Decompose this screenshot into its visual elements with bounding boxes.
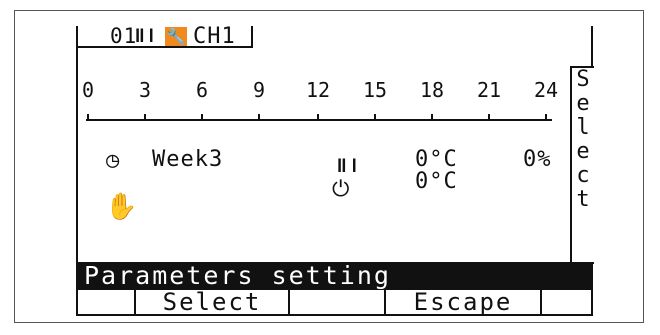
timeline-baseline [86, 119, 552, 121]
channel-header: 01 ǁǀ 🔧 CH1 [78, 24, 253, 49]
tick-mark [488, 114, 490, 121]
side-letter: S [576, 67, 590, 92]
tick-label: 18 [419, 78, 445, 102]
tick-label: 3 [138, 78, 152, 102]
hand-icon: ✋ [105, 192, 138, 222]
side-letter: c [576, 163, 590, 188]
timeline-axis: 0 3 6 9 12 15 18 21 24 [78, 72, 568, 132]
tick-mark [144, 114, 146, 121]
softkey-select[interactable]: Select [134, 290, 288, 314]
power-icon: ⏻ [332, 177, 350, 202]
softkey-3[interactable] [288, 290, 384, 314]
softkey-bar: Select Escape [78, 290, 593, 316]
status-bar: Parameters setting [78, 261, 593, 290]
tick-label: 15 [362, 78, 388, 102]
softkey-1[interactable] [78, 290, 134, 314]
percentage: 0% [523, 147, 552, 172]
channel-name: CH1 [193, 24, 236, 49]
select-side-button[interactable]: S e l e c t [570, 66, 594, 264]
tick-label: 6 [195, 78, 209, 102]
tick-mark [258, 114, 260, 121]
tick-mark [87, 114, 89, 121]
week-label: Week3 [152, 147, 224, 172]
tick-label: 12 [305, 78, 331, 102]
side-letter: t [576, 187, 590, 212]
tick-mark [317, 114, 319, 121]
side-letter: l [576, 115, 590, 140]
clock-icon: ◷ [106, 148, 120, 173]
heating-bars-icon: ǁǀ [134, 25, 157, 47]
tick-mark [201, 114, 203, 121]
tick-label: 21 [476, 78, 502, 102]
side-letter: e [576, 91, 590, 116]
tick-label: 0 [81, 78, 95, 102]
softkey-escape[interactable]: Escape [384, 290, 540, 314]
tick-label: 24 [533, 78, 559, 102]
side-letter: e [576, 139, 590, 164]
tick-mark [545, 114, 547, 121]
softkey-5[interactable] [540, 290, 593, 314]
heating-bars-icon: ǁǀ [336, 155, 361, 177]
status-text: Parameters setting [84, 261, 391, 290]
temperature-2: 0°C [415, 169, 458, 194]
wrench-icon[interactable]: 🔧 [165, 27, 187, 46]
lcd-screen: 01 ǁǀ 🔧 CH1 0 3 6 9 12 15 18 21 24 S e l… [76, 24, 594, 316]
tick-label: 9 [252, 78, 266, 102]
tick-mark [374, 114, 376, 121]
tick-mark [431, 114, 433, 121]
